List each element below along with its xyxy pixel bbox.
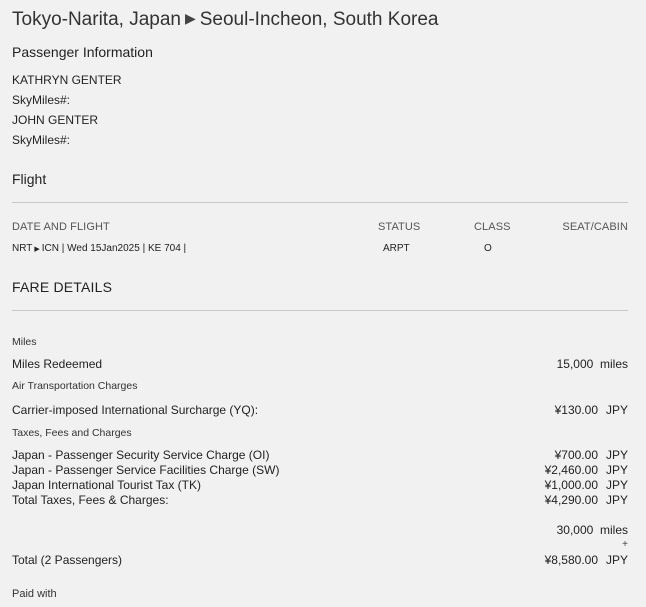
miles-unit: miles [599, 523, 628, 537]
total-taxes-amount: ¥4,290.00 JPY [545, 493, 628, 507]
total-amount: ¥8,580.00 JPY [545, 553, 628, 567]
origin-city: Tokyo-Narita, Japan [12, 9, 181, 30]
col-class: CLASS [474, 221, 511, 233]
amount-value: ¥4,290.00 [544, 493, 598, 507]
divider [12, 202, 628, 203]
miles-heading: Miles [12, 336, 37, 348]
miles-redeemed-amount: 15,000 miles [557, 357, 628, 371]
miles-redeemed-label: Miles Redeemed [12, 357, 103, 371]
tax-label: Japan - Passenger Service Facilities Cha… [12, 463, 280, 477]
currency-code: JPY [605, 403, 628, 417]
miles-value: 30,000 [556, 523, 594, 537]
tax-label: Japan - Passenger Security Service Charg… [12, 448, 270, 462]
tax-label: Japan International Tourist Tax (TK) [12, 478, 201, 492]
surcharge-amount: ¥130.00 JPY [555, 403, 628, 417]
currency-code: JPY [605, 493, 628, 507]
amount-value: ¥8,580.00 [544, 553, 598, 567]
surcharge-label: Carrier-imposed International Surcharge … [12, 403, 259, 417]
flight-status: ARPT [383, 243, 410, 254]
tax-amount: ¥1,000.00 JPY [545, 478, 628, 492]
currency-code: JPY [605, 463, 628, 477]
route-title: Tokyo-Narita, Japan ▶ Seoul-Incheon, South… [12, 9, 438, 31]
tax-amount: ¥700.00 JPY [555, 448, 628, 462]
flight-segment: NRT ▶ ICN | Wed 15Jan2025 | KE 704 | [12, 243, 186, 254]
divider [12, 310, 628, 311]
passenger-name: KATHRYN GENTER [12, 73, 122, 87]
miles-unit: miles [599, 357, 628, 371]
flight-origin-code: NRT [12, 243, 33, 254]
skymiles-label: SkyMiles#: [12, 133, 71, 147]
currency-code: JPY [605, 553, 628, 567]
col-date-flight: DATE AND FLIGHT [12, 221, 110, 233]
flight-class: O [484, 243, 492, 254]
total-miles-amount: 30,000 miles [557, 523, 628, 537]
amount-value: ¥2,460.00 [544, 463, 598, 477]
fare-details-heading: FARE DETAILS [12, 279, 113, 295]
amount-value: ¥700.00 [554, 448, 598, 462]
col-status: STATUS [378, 221, 421, 233]
miles-value: 15,000 [556, 357, 594, 371]
passenger-info-heading: Passenger Information [12, 44, 153, 60]
col-seat-cabin: SEAT/CABIN [562, 221, 628, 233]
passenger-name: JOHN GENTER [12, 113, 99, 127]
tax-amount: ¥2,460.00 JPY [545, 463, 628, 477]
paid-with-label: Paid with [12, 588, 57, 600]
currency-code: JPY [605, 478, 628, 492]
destination-city: Seoul-Incheon, South Korea [199, 9, 439, 30]
flight-details: ICN | Wed 15Jan2025 | KE 704 | [41, 243, 187, 254]
total-taxes-label: Total Taxes, Fees & Charges: [12, 493, 169, 507]
triangle-right-icon: ▶ [184, 10, 196, 26]
amount-value: ¥130.00 [554, 403, 598, 417]
triangle-right-icon: ▶ [34, 246, 40, 253]
taxes-heading: Taxes, Fees and Charges [12, 427, 132, 439]
air-transport-heading: Air Transportation Charges [12, 380, 138, 392]
plus-sign: + [622, 539, 628, 550]
total-label: Total (2 Passengers) [12, 553, 123, 567]
currency-code: JPY [605, 448, 628, 462]
skymiles-label: SkyMiles#: [12, 93, 71, 107]
flight-heading: Flight [12, 171, 47, 187]
amount-value: ¥1,000.00 [544, 478, 598, 492]
